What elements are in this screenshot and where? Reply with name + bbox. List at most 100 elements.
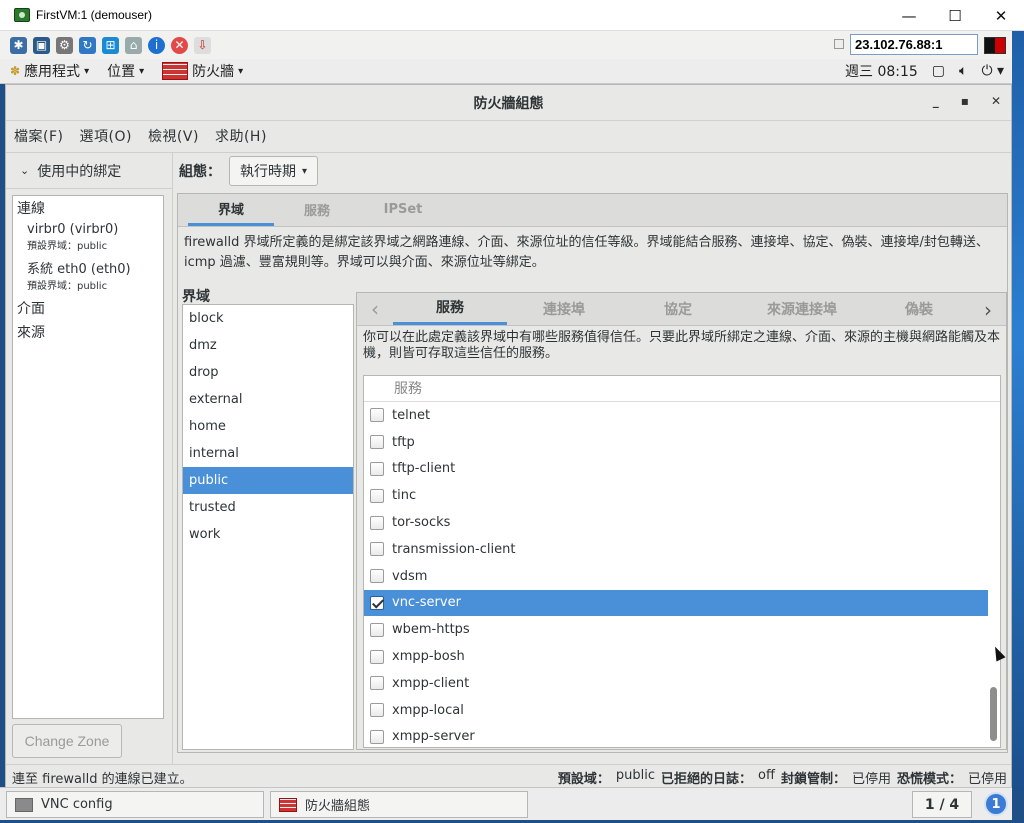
power-icon[interactable]: ⏻ ▾ [981, 63, 1004, 79]
zone-item-selected[interactable]: public [183, 467, 353, 494]
desktop-background [1012, 31, 1024, 791]
menu-options[interactable]: 選項(O) [79, 126, 131, 146]
app-maximize-button[interactable]: ▪ [961, 94, 969, 108]
service-row[interactable]: wbem-https [364, 616, 988, 643]
gear-icon[interactable]: ⚙ [56, 36, 73, 54]
change-zone-button[interactable]: Change Zone [12, 724, 122, 758]
firewall-app-menu[interactable]: 防火牆 ▾ [162, 61, 243, 81]
service-checkbox[interactable] [370, 569, 384, 584]
tab-zone-protocols[interactable]: 協定 [621, 292, 735, 325]
minimize-button[interactable]: — [886, 0, 932, 31]
service-checkbox[interactable] [370, 515, 384, 530]
vnc-window-title: FirstVM:1 (demouser) [36, 8, 153, 22]
tab-zone-source-ports[interactable]: 來源連接埠 [735, 292, 869, 325]
app-close-button[interactable]: ✕ [991, 94, 1001, 108]
windows-key-icon[interactable]: ⊞ [102, 36, 119, 54]
menu-file[interactable]: 檔案(F) [14, 126, 63, 146]
service-checkbox[interactable] [370, 595, 384, 610]
services-scrollbar[interactable] [989, 378, 998, 745]
chevron-left-icon[interactable]: ‹ [357, 292, 393, 325]
info-icon[interactable]: i [148, 36, 165, 54]
options-icon[interactable]: ✱ [10, 36, 27, 54]
service-row[interactable]: tftp-client [364, 456, 988, 483]
configuration-dropdown[interactable]: 執行時期 ▾ [229, 156, 319, 186]
zone-item[interactable]: home [183, 413, 353, 440]
clock[interactable]: 週三 08:15 [845, 61, 918, 81]
applications-menu[interactable]: ✽ 應用程式 ▾ [10, 61, 89, 81]
service-checkbox[interactable] [370, 649, 384, 664]
zone-item[interactable]: external [183, 386, 353, 413]
zone-item[interactable]: internal [183, 440, 353, 467]
refresh-icon[interactable]: ↻ [79, 36, 96, 54]
service-row[interactable]: tor-socks [364, 509, 988, 536]
zone-list-label: 界域 [182, 289, 210, 305]
taskbar-item-vnc-config[interactable]: VNC config [6, 791, 264, 818]
gnome-bottom-panel: VNC config 防火牆組態 1 / 4 1 [0, 787, 1012, 820]
transfer-icon[interactable]: ⇩ [194, 36, 211, 54]
service-row[interactable]: tftp [364, 429, 988, 456]
zone-item[interactable]: drop [183, 359, 353, 386]
notification-badge[interactable]: 1 [984, 792, 1008, 816]
zone-item[interactable]: dmz [183, 332, 353, 359]
zone-item[interactable]: work [183, 521, 353, 548]
service-checkbox[interactable] [370, 622, 384, 637]
service-row-selected[interactable]: vnc-server [364, 589, 988, 617]
tab-zone-services[interactable]: 服務 [393, 292, 507, 325]
sources-label[interactable]: 來源 [13, 320, 163, 344]
zone-item[interactable]: trusted [183, 494, 353, 521]
zone-item[interactable]: block [183, 305, 353, 332]
connections-label[interactable]: 連線 [13, 196, 163, 220]
service-checkbox[interactable] [370, 461, 384, 476]
scrollbar-thumb[interactable] [990, 687, 997, 741]
host-address-field[interactable]: 23.102.76.88:1 [850, 34, 978, 55]
service-checkbox[interactable] [370, 488, 384, 503]
menu-view[interactable]: 檢視(V) [148, 126, 199, 146]
menu-help[interactable]: 求助(H) [215, 126, 267, 146]
service-row[interactable]: vdsm [364, 563, 988, 590]
places-menu-label: 位置 [107, 64, 136, 80]
places-menu[interactable]: 位置 ▾ [107, 61, 144, 81]
fullscreen-icon[interactable]: ▣ [33, 36, 50, 54]
service-row[interactable]: xmpp-client [364, 670, 988, 697]
applications-menu-label: 應用程式 [24, 64, 81, 80]
window-icon [15, 797, 33, 812]
service-row[interactable]: transmission-client [364, 536, 988, 563]
service-checkbox[interactable] [370, 435, 384, 450]
interfaces-label[interactable]: 介面 [13, 296, 163, 320]
service-checkbox[interactable] [370, 703, 384, 718]
active-bindings-title: 使用中的綁定 [37, 163, 122, 180]
default-zone-label: 預設域： [557, 772, 610, 787]
service-checkbox[interactable] [370, 408, 384, 423]
service-row[interactable]: xmpp-local [364, 697, 988, 724]
service-checkbox[interactable] [370, 676, 384, 691]
workspace-indicator[interactable]: 1 / 4 [912, 791, 972, 818]
service-checkbox[interactable] [370, 729, 384, 744]
tab-zones[interactable]: 界域 [188, 193, 274, 226]
disconnect-icon[interactable]: ✕ [171, 36, 188, 54]
service-row[interactable]: xmpp-server [364, 724, 988, 747]
taskbar-item-firewall[interactable]: 防火牆組態 [270, 791, 528, 818]
service-checkbox[interactable] [370, 542, 384, 557]
tab-services[interactable]: 服務 [274, 193, 360, 226]
service-row[interactable]: telnet [364, 402, 988, 429]
connection-item[interactable]: virbr0 (virbr0) [13, 220, 163, 237]
volume-icon[interactable]: 🔈︎ [959, 63, 967, 79]
configuration-row: 組態： 執行時期 ▾ [173, 153, 1011, 189]
maximize-button[interactable]: ☐ [932, 0, 978, 31]
tab-ipset[interactable]: IPSet [360, 193, 446, 226]
screen-icon[interactable]: ▢ [932, 63, 945, 79]
app-minimize-button[interactable]: _ [933, 94, 939, 108]
tab-zone-ports[interactable]: 連接埠 [507, 292, 621, 325]
ctrl-alt-del-icon[interactable]: ⌂ [125, 36, 142, 54]
service-row[interactable]: tinc [364, 482, 988, 509]
connection-item[interactable]: 系統 eth0 (eth0) [13, 256, 163, 277]
services-column-header[interactable]: 服務 [364, 376, 1000, 402]
chevron-right-icon[interactable]: › [970, 293, 1006, 326]
service-row[interactable]: xmpp-bosh [364, 643, 988, 670]
chevron-down-icon: ▾ [139, 65, 145, 77]
connection-zone: 預設界域：public [27, 281, 108, 292]
close-button[interactable]: ✕ [978, 0, 1024, 31]
active-bindings-toggle[interactable]: ⌄ 使用中的綁定 [6, 153, 172, 189]
host-checkbox[interactable] [834, 39, 844, 49]
tab-zone-masquerade[interactable]: 偽裝 [869, 292, 969, 325]
